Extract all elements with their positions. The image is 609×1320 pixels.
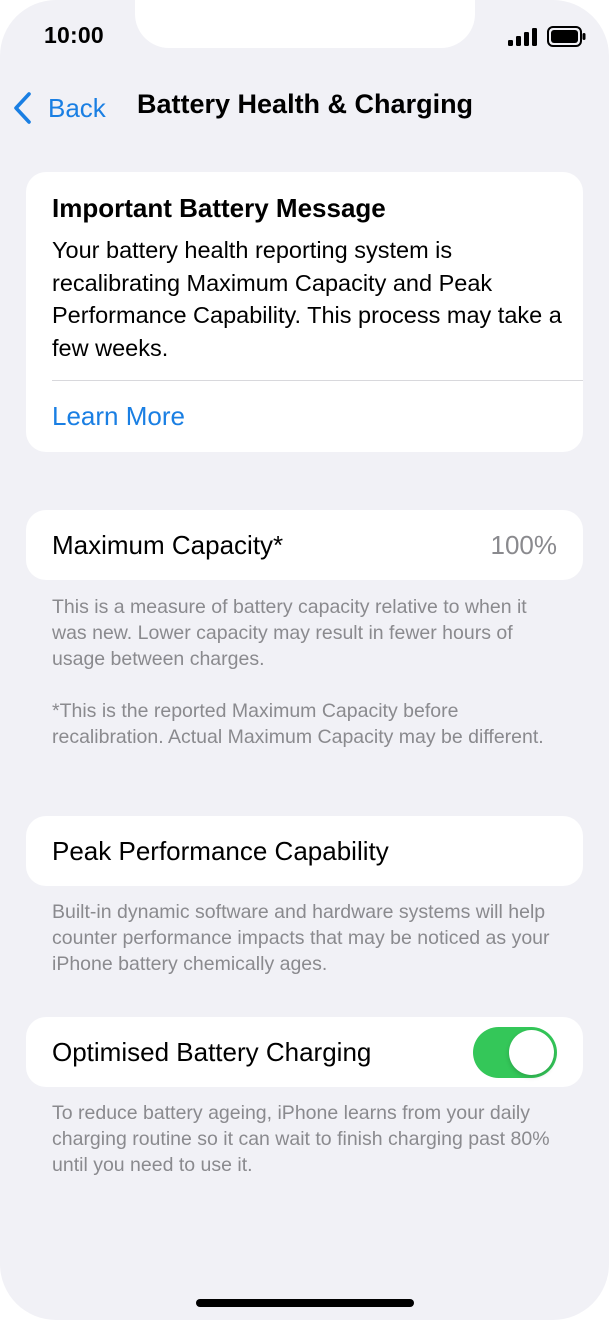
optimised-charging-description: To reduce battery ageing, iPhone learns … [52,1102,550,1176]
back-button[interactable]: Back [12,86,106,130]
page-title: Battery Health & Charging [137,89,474,119]
home-indicator[interactable] [196,1299,414,1307]
toggle-knob [509,1030,554,1075]
optimised-charging-toggle[interactable] [473,1027,557,1078]
maximum-capacity-row: Maximum Capacity* 100% [26,510,583,580]
message-title: Important Battery Message [52,193,386,223]
optimised-charging-row: Optimised Battery Charging [26,1017,583,1087]
cellular-signal-icon [508,28,537,46]
learn-more-link[interactable]: Learn More [52,401,185,432]
status-time: 10:00 [44,22,104,48]
maximum-capacity-label: Maximum Capacity* [52,529,284,560]
phone-screen: 10:00 Back Battery Health & Charging Imp… [0,0,609,1320]
message-body: Your battery health reporting system is … [52,237,562,361]
battery-full-icon [547,26,586,47]
divider [52,380,583,381]
peak-performance-description: Built-in dynamic software and hardware s… [52,901,550,975]
peak-performance-row: Peak Performance Capability [26,816,583,886]
peak-performance-label: Peak Performance Capability [52,835,389,866]
device-notch [135,0,475,48]
battery-message-card: Important Battery Message Your battery h… [26,172,583,452]
maximum-capacity-description: This is a measure of battery capacity re… [52,596,527,670]
chevron-left-icon [14,92,31,124]
back-label: Back [48,92,106,123]
optimised-charging-label: Optimised Battery Charging [52,1036,372,1067]
maximum-capacity-recalibration-note: *This is the reported Maximum Capacity b… [52,700,544,748]
maximum-capacity-value: 100% [490,529,558,560]
